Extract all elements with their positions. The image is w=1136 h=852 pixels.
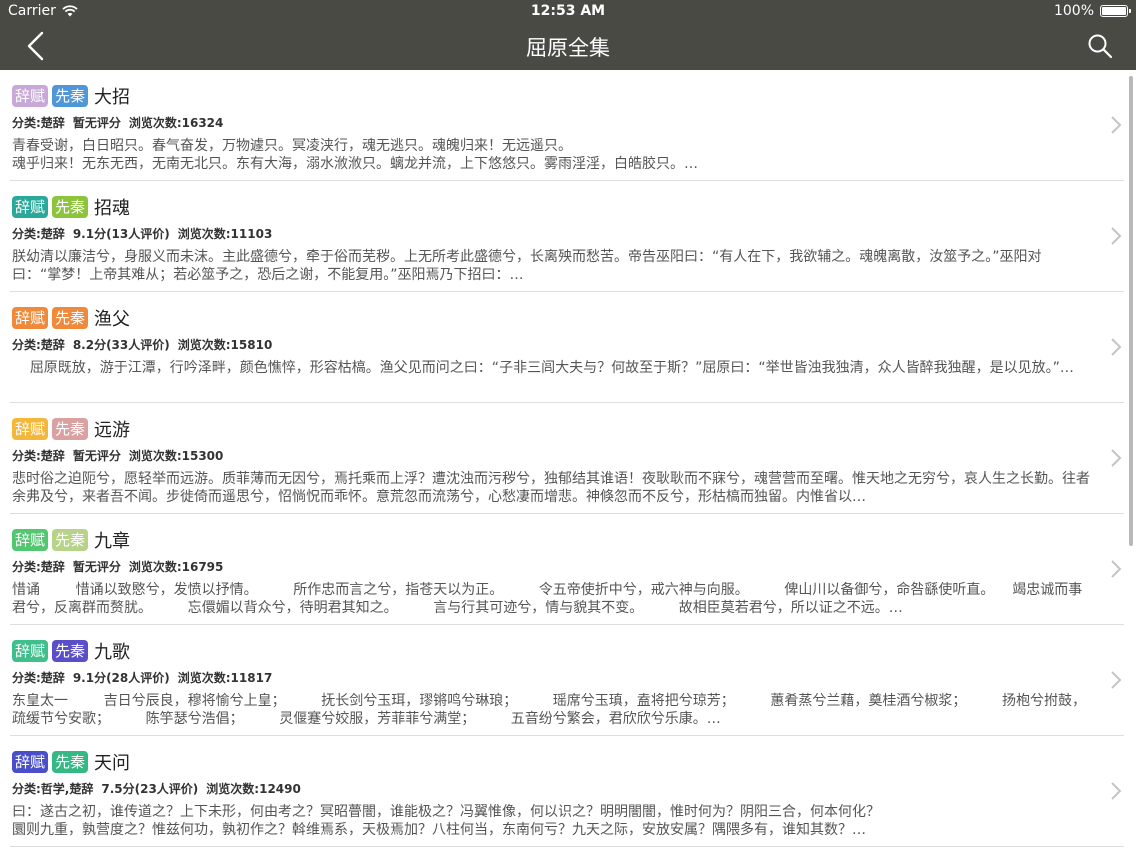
work-meta: 分类:楚辞 暂无评分 浏览次数:15300 xyxy=(12,447,223,464)
battery-icon xyxy=(1100,5,1131,17)
status-time: 12:53 AM xyxy=(530,3,606,19)
work-category: 分类:哲学,楚辞 xyxy=(12,782,94,796)
list-item-header: 辞赋 先秦 九歌 xyxy=(12,638,130,664)
tag-badge: 先秦 xyxy=(52,418,89,440)
work-views: 浏览次数:15300 xyxy=(128,449,224,463)
list-item[interactable]: 辞赋 先秦 天问 分类:哲学,楚辞 7.5分(23人评价) 浏览次数:12490 曰：遂古之… xyxy=(10,736,1124,847)
tag-badge: 先秦 xyxy=(52,196,89,218)
chevron-right-icon xyxy=(1111,560,1122,578)
list-item-header: 辞赋 先秦 远游 xyxy=(12,416,130,442)
work-rating: 暂无评分 xyxy=(72,116,121,130)
work-views: 浏览次数:11103 xyxy=(177,227,273,241)
work-excerpt: 曰：遂古之初，谁传道之？上下未形，何由考之？冥昭瞢闇，谁能极之？冯翼惟像，何以识… xyxy=(12,804,880,838)
tag-badge: 辞赋 xyxy=(12,418,49,440)
works-list[interactable]: 辞赋 先秦 大招 分类:楚辞 暂无评分 浏览次数:16324 青春受谢，白日昭只。春气奋发，… xyxy=(0,70,1136,852)
chevron-right-icon xyxy=(1111,782,1122,800)
work-meta: 分类:楚辞 暂无评分 浏览次数:16324 xyxy=(12,114,223,131)
search-icon[interactable] xyxy=(1086,32,1114,60)
work-views: 浏览次数:12490 xyxy=(206,782,301,796)
back-chevron-icon[interactable] xyxy=(22,30,50,62)
tag-badge: 辞赋 xyxy=(12,196,49,218)
work-category: 分类:楚辞 xyxy=(12,671,65,685)
chevron-right-icon xyxy=(1111,338,1122,356)
work-title: 大招 xyxy=(94,87,131,108)
work-title: 九章 xyxy=(94,531,131,552)
work-category: 分类:楚辞 xyxy=(12,116,65,130)
work-rating: 暂无评分 xyxy=(72,449,121,463)
list-item[interactable]: 辞赋 先秦 招魂分类:楚辞 9.1分(13人评价) 浏览次数:11103 朕幼清以廉洁兮，… xyxy=(10,181,1124,292)
work-meta: 分类:楚辞 暂无评分 浏览次数:16795 xyxy=(12,558,223,575)
tag-badge: 辞赋 xyxy=(12,640,49,662)
battery-group: 100% xyxy=(1053,3,1131,19)
tag-badge: 先秦 xyxy=(52,85,89,107)
list-item-header: 辞赋 先秦 大招 xyxy=(12,83,130,109)
list-item[interactable]: 辞赋 先秦 大招分类:楚辞 暂无评分 浏览次数:16324 青春受谢，白日昭只。春气奋发，… xyxy=(10,70,1124,181)
tag-badge: 先秦 xyxy=(52,529,89,551)
work-title: 渔父 xyxy=(94,309,131,330)
work-rating: 7.5分(23人评价) xyxy=(101,782,199,796)
work-rating: 8.2分(33人评价) xyxy=(72,338,170,352)
list-item[interactable]: 辞赋 先秦 渔父分类:楚辞 8.2分(33人评价) 浏览次数:15810 屈原既放，游于… xyxy=(10,292,1124,403)
tag-badge: 辞赋 xyxy=(12,307,49,329)
work-meta: 分类:楚辞 8.2分(33人评价) 浏览次数:15810 xyxy=(12,336,272,353)
work-views: 浏览次数:16324 xyxy=(128,116,224,130)
tag-badge: 先秦 xyxy=(52,640,89,662)
tag-badge: 辞赋 xyxy=(12,85,49,107)
scrollbar[interactable] xyxy=(1129,76,1133,546)
work-excerpt: 悲时俗之迫阨兮，愿轻举而远游。质菲薄而无因兮，焉托乘而上浮？遭沈浊而污秽兮，独郁… xyxy=(12,471,1090,505)
work-meta: 分类:楚辞 9.1分(13人评价) 浏览次数:11103 xyxy=(12,225,272,242)
navigation-bar: 屈原全集 xyxy=(0,22,1136,70)
tag-badge: 先秦 xyxy=(52,307,89,329)
work-meta: 分类:楚辞 9.1分(28人评价) 浏览次数:11817 xyxy=(12,669,272,686)
work-views: 浏览次数:11817 xyxy=(177,671,273,685)
work-rating: 9.1分(28人评价) xyxy=(72,671,170,685)
list-item[interactable]: 辞赋 先秦 九章分类:楚辞 暂无评分 浏览次数:16795 惜诵 惜诵以致愍兮，发愤以抒情… xyxy=(10,514,1124,625)
list-item[interactable]: 辞赋 先秦 远游分类:楚辞 暂无评分 浏览次数:15300 悲时俗之迫阨兮，愿轻举而远游。… xyxy=(10,403,1124,514)
work-views: 浏览次数:16795 xyxy=(128,560,224,574)
work-excerpt: 朕幼清以廉洁兮，身服义而未沫。主此盛德兮，牵于俗而芜秽。上无所考此盛德兮，长离殃… xyxy=(12,249,1042,283)
tag-badge: 辞赋 xyxy=(12,751,49,773)
work-title: 天问 xyxy=(94,753,131,774)
list-item-header: 辞赋 先秦 九章 xyxy=(12,527,130,553)
chevron-right-icon xyxy=(1111,116,1122,134)
work-title: 招魂 xyxy=(94,198,131,219)
chevron-right-icon xyxy=(1111,449,1122,467)
work-excerpt: 东皇太一 吉日兮辰良，穆将愉兮上皇； 抚长剑兮玉珥，璆锵鸣兮琳琅； 瑶席兮玉瑱，… xyxy=(12,693,1087,727)
work-rating: 9.1分(13人评价) xyxy=(72,227,170,241)
work-excerpt: 屈原既放，游于江潭，行吟泽畔，颜色憔悴，形容枯槁。渔父见而问之曰：“子非三闾大夫… xyxy=(12,360,1074,376)
work-category: 分类:楚辞 xyxy=(12,560,65,574)
work-rating: 暂无评分 xyxy=(72,560,121,574)
page-title: 屈原全集 xyxy=(526,36,610,60)
list-item-header: 辞赋 先秦 天问 xyxy=(12,749,130,775)
list-item-header: 辞赋 先秦 渔父 xyxy=(12,305,130,331)
work-category: 分类:楚辞 xyxy=(12,338,65,352)
work-category: 分类:楚辞 xyxy=(12,227,65,241)
work-views: 浏览次数:15810 xyxy=(177,338,273,352)
tag-badge: 先秦 xyxy=(52,751,89,773)
list-item[interactable]: 辞赋 先秦 九歌分类:楚辞 9.1分(28人评价) 浏览次数:11817 东皇太一 吉日兮… xyxy=(10,625,1124,736)
battery-percent: 100% xyxy=(1053,3,1094,19)
work-excerpt: 惜诵 惜诵以致愍兮，发愤以抒情。 所作忠而言之兮，指苍天以为正。 令五帝使折中兮… xyxy=(12,582,1083,616)
list-item-header: 辞赋 先秦 招魂 xyxy=(12,194,130,220)
tag-badge: 辞赋 xyxy=(12,529,49,551)
chevron-right-icon xyxy=(1111,227,1122,245)
status-bar: Carrier 12:53 AM 100% xyxy=(0,0,1136,22)
work-title: 远游 xyxy=(94,420,131,441)
work-title: 九歌 xyxy=(94,642,131,663)
work-excerpt: 青春受谢，白日昭只。春气奋发，万物遽只。冥凌浃行，魂无逃只。魂魄归来！无远遥只。… xyxy=(12,138,698,172)
work-category: 分类:楚辞 xyxy=(12,449,65,463)
chevron-right-icon xyxy=(1111,671,1122,689)
work-meta: 分类:哲学,楚辞 7.5分(23人评价) 浏览次数:12490 xyxy=(12,780,301,797)
